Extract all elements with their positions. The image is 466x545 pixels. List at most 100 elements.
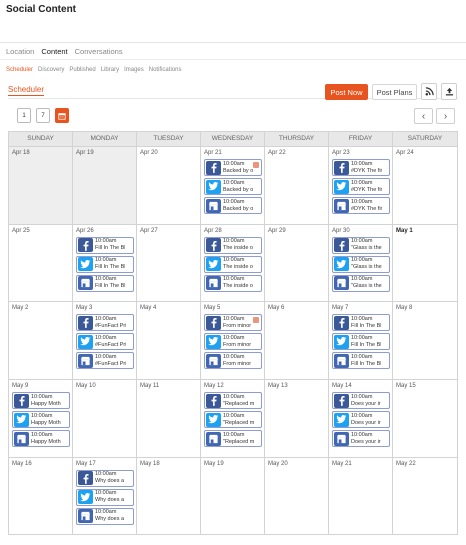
calendar-day-cell[interactable]: May 6 xyxy=(265,301,329,380)
scheduled-post[interactable]: 10:00am "Glass is the xyxy=(332,236,390,254)
calendar-day-cell[interactable]: Apr 24 xyxy=(393,146,457,224)
tab-conversations[interactable]: Conversations xyxy=(75,47,123,56)
scheduled-post[interactable]: 10:00am #FunFact Pri xyxy=(76,314,134,332)
calendar-day-cell[interactable]: May 4 xyxy=(137,301,201,380)
calendar-day-cell[interactable]: Apr 23 10:00am #DYK The fir 10:00am #DYK The… xyxy=(329,146,393,224)
scheduled-post[interactable]: 10:00am The inside o xyxy=(204,236,262,254)
google-business-icon xyxy=(78,509,93,524)
scheduled-post[interactable]: 10:00am Fill In The Bl xyxy=(332,314,390,332)
day-view-button[interactable]: 1 xyxy=(17,108,31,123)
weekday-header: THURSDAY xyxy=(265,132,329,146)
scheduled-post[interactable]: 10:00am From minor xyxy=(204,314,262,332)
scheduled-post[interactable]: 10:00am Backed by o xyxy=(204,159,262,176)
subtab-library[interactable]: Library xyxy=(101,67,119,73)
calendar-day-cell[interactable]: Apr 21 10:00am Backed by o 10:00am Backed by… xyxy=(201,146,265,224)
tab-location[interactable]: Location xyxy=(6,47,34,56)
scheduled-post[interactable]: 10:00am Fill In The Bl xyxy=(76,236,134,254)
calendar-day-cell[interactable]: Apr 19 xyxy=(73,146,137,224)
calendar-day-cell[interactable]: May 15 xyxy=(393,379,457,457)
calendar-day-cell[interactable]: May 16 xyxy=(9,456,73,535)
next-month-button[interactable]: › xyxy=(436,108,455,124)
calendar-day-cell[interactable]: Apr 27 xyxy=(137,223,201,302)
calendar-day-cell[interactable]: May 14 10:00am Does your ir 10:00am Does you… xyxy=(329,379,393,457)
calendar-day-cell[interactable]: Apr 28 10:00am The inside o 10:00am The insi… xyxy=(201,223,265,302)
calendar-day-cell[interactable]: May 20 xyxy=(265,456,329,535)
rss-button[interactable] xyxy=(421,83,437,100)
calendar-day-cell[interactable]: May 11 xyxy=(137,379,201,457)
scheduled-post[interactable]: 10:00am Why does a xyxy=(76,469,134,487)
scheduled-post[interactable]: 10:00am From minor xyxy=(204,333,262,351)
month-view-button[interactable] xyxy=(55,108,69,123)
post-time: 10:00am xyxy=(31,412,53,419)
scheduled-post[interactable]: 10:00am "Replaced m xyxy=(204,392,262,410)
calendar-day-cell[interactable]: Apr 30 10:00am "Glass is the 10:00am "Glass … xyxy=(329,223,393,302)
scheduled-post[interactable]: 10:00am "Glass is the xyxy=(332,255,390,273)
calendar-day-cell[interactable]: Apr 22 xyxy=(265,146,329,224)
post-plans-button[interactable]: Post Plans xyxy=(372,84,417,100)
calendar-day-cell[interactable]: May 9 10:00am Happy Moth 10:00am Happy Moth 1… xyxy=(9,379,73,457)
calendar-day-cell[interactable]: May 12 10:00am "Replaced m 10:00am "Replaced… xyxy=(201,379,265,457)
calendar-day-cell[interactable]: May 3 10:00am #FunFact Pri 10:00am #FunFact … xyxy=(73,301,137,380)
calendar-day-cell[interactable]: Apr 26 10:00am Fill In The Bl 10:00am Fill I… xyxy=(73,223,137,302)
calendar-day-cell[interactable]: May 2 xyxy=(9,301,73,380)
calendar-day-cell[interactable]: May 10 xyxy=(73,379,137,457)
scheduled-post[interactable]: 10:00am Fill In The Bl xyxy=(332,352,390,370)
scheduled-post[interactable]: 10:00am #FunFact Pri xyxy=(76,352,134,370)
tab-content[interactable]: Content xyxy=(41,47,67,56)
calendar-day-cell[interactable]: May 18 xyxy=(137,456,201,535)
calendar-day-cell[interactable]: May 17 10:00am Why does a 10:00am Why does a… xyxy=(73,456,137,535)
scheduled-post[interactable]: 10:00am From minor xyxy=(204,352,262,370)
scheduled-post[interactable]: 10:00am #DYK The fir xyxy=(332,178,390,195)
calendar-day-cell[interactable]: May 8 xyxy=(393,301,457,379)
scheduled-post[interactable]: 10:00am Backed by o xyxy=(204,197,262,214)
scheduled-post[interactable]: 10:00am The inside o xyxy=(204,255,262,273)
scheduled-post[interactable]: 10:00am Happy Moth xyxy=(12,411,70,429)
post-time: 10:00am xyxy=(351,431,373,438)
scheduled-post[interactable]: 10:00am Backed by o xyxy=(204,178,262,195)
subtab-discovery[interactable]: Discovery xyxy=(38,67,64,73)
subtab-published[interactable]: Published xyxy=(69,67,95,73)
calendar-day-cell[interactable]: Apr 18 xyxy=(9,146,73,224)
prev-month-button[interactable]: ‹ xyxy=(414,108,433,124)
scheduled-post[interactable]: 10:00am "Glass is the xyxy=(332,274,390,292)
calendar-day-cell[interactable]: Apr 29 xyxy=(265,223,329,302)
calendar-day-cell[interactable]: May 22 xyxy=(393,456,457,535)
scheduled-post[interactable]: 10:00am Fill In The Bl xyxy=(76,274,134,292)
calendar-day-cell[interactable]: May 7 10:00am Fill In The Bl 10:00am Fill In… xyxy=(329,301,393,380)
scheduled-post[interactable]: 10:00am Does your ir xyxy=(332,392,390,410)
scheduled-post[interactable]: 10:00am "Replaced m xyxy=(204,430,262,448)
scheduled-post[interactable]: 10:00am The inside o xyxy=(204,274,262,292)
week-view-button[interactable]: 7 xyxy=(36,108,50,123)
facebook-icon xyxy=(334,393,349,408)
scheduled-post[interactable]: 10:00am Does your ir xyxy=(332,411,390,429)
day-date: Apr 19 xyxy=(76,150,94,156)
scheduled-post[interactable]: 10:00am Fill In The Bl xyxy=(76,255,134,273)
scheduled-post[interactable]: 10:00am Why does a xyxy=(76,488,134,506)
calendar-day-cell[interactable]: May 19 xyxy=(201,456,265,535)
scheduled-post[interactable]: 10:00am Does your ir xyxy=(332,430,390,448)
calendar-day-cell[interactable]: May 21 xyxy=(329,456,393,535)
scheduled-post[interactable]: 10:00am "Replaced m xyxy=(204,411,262,429)
post-time: 10:00am xyxy=(223,276,245,283)
calendar-day-cell[interactable]: May 1 xyxy=(393,223,457,302)
calendar-day-cell[interactable]: May 5 10:00am From minor 10:00am From minor 1… xyxy=(201,301,265,380)
day-date: May 19 xyxy=(204,460,224,467)
export-button[interactable] xyxy=(441,83,457,100)
scheduled-post[interactable]: 10:00am #DYK The fir xyxy=(332,197,390,214)
scheduled-post[interactable]: 10:00am #DYK The fir xyxy=(332,159,390,176)
facebook-icon xyxy=(78,471,93,486)
post-summary: 10:00am "Glass is the xyxy=(351,238,382,252)
subtab-images[interactable]: Images xyxy=(124,67,144,73)
scheduled-post[interactable]: 10:00am Why does a xyxy=(76,507,134,525)
subtab-scheduler[interactable]: Scheduler xyxy=(6,67,33,73)
scheduled-post[interactable]: 10:00am Fill In The Bl xyxy=(332,333,390,351)
scheduled-post[interactable]: 10:00am Happy Moth xyxy=(12,392,70,410)
subtab-notifications[interactable]: Notifications xyxy=(149,67,182,73)
calendar-day-cell[interactable]: Apr 25 xyxy=(9,223,73,302)
calendar-day-cell[interactable]: May 13 xyxy=(265,379,329,457)
calendar-day-cell[interactable]: Apr 20 xyxy=(137,146,201,224)
day-date: May 10 xyxy=(76,383,96,390)
scheduled-post[interactable]: 10:00am Happy Moth xyxy=(12,430,70,448)
post-now-button[interactable]: Post Now xyxy=(325,84,368,100)
scheduled-post[interactable]: 10:00am #FunFact Pri xyxy=(76,333,134,351)
